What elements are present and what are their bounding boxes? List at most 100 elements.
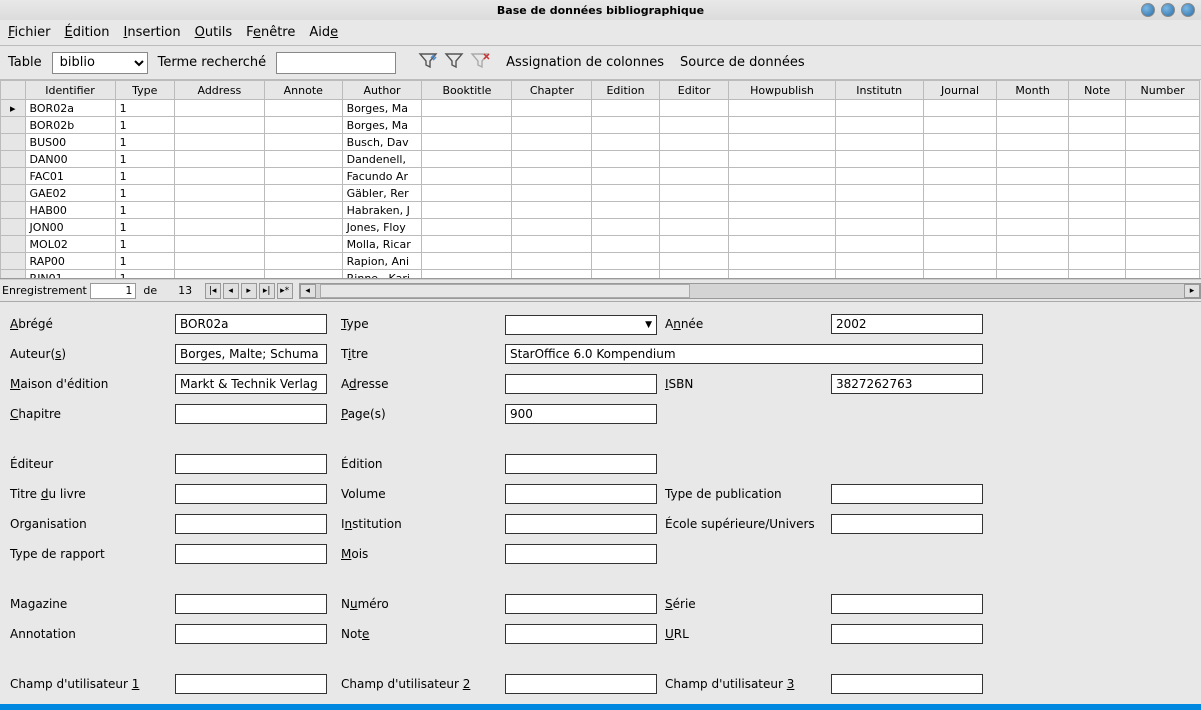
field-chapitre[interactable] <box>175 404 327 424</box>
menu-file[interactable]: Fichier <box>8 25 51 40</box>
col-month[interactable]: Month <box>997 81 1069 100</box>
table-cell[interactable] <box>512 117 592 134</box>
table-cell[interactable] <box>1068 236 1125 253</box>
table-cell[interactable] <box>174 134 264 151</box>
field-auteurs[interactable] <box>175 344 327 364</box>
col-institutn[interactable]: Institutn <box>835 81 923 100</box>
row-header[interactable] <box>1 117 26 134</box>
table-cell[interactable]: Jones, Floy <box>342 219 422 236</box>
col-author[interactable]: Author <box>342 81 422 100</box>
table-cell[interactable] <box>174 253 264 270</box>
row-header[interactable] <box>1 219 26 236</box>
table-cell[interactable]: Molla, Ricar <box>342 236 422 253</box>
scroll-thumb[interactable] <box>320 284 690 298</box>
col-number[interactable]: Number <box>1126 81 1200 100</box>
table-cell[interactable] <box>1126 253 1200 270</box>
table-cell[interactable] <box>422 151 512 168</box>
nav-new-button[interactable]: ▸* <box>277 283 293 299</box>
table-cell[interactable]: MOL02 <box>25 236 115 253</box>
field-serie[interactable] <box>831 594 983 614</box>
table-cell[interactable] <box>264 270 342 280</box>
table-cell[interactable] <box>422 219 512 236</box>
table-cell[interactable] <box>592 168 660 185</box>
table-cell[interactable] <box>264 236 342 253</box>
table-cell[interactable] <box>923 100 997 117</box>
table-cell[interactable] <box>512 185 592 202</box>
table-cell[interactable] <box>592 219 660 236</box>
table-cell[interactable] <box>264 168 342 185</box>
table-cell[interactable] <box>659 270 729 280</box>
table-row[interactable]: MOL021Molla, Ricar <box>1 236 1200 253</box>
table-cell[interactable] <box>1126 219 1200 236</box>
table-cell[interactable] <box>264 185 342 202</box>
table-cell[interactable] <box>422 100 512 117</box>
table-cell[interactable]: JON00 <box>25 219 115 236</box>
table-row[interactable]: RIN011Rinne , Kari <box>1 270 1200 280</box>
menu-help[interactable]: Aide <box>309 25 338 40</box>
table-cell[interactable]: DAN00 <box>25 151 115 168</box>
table-cell[interactable] <box>1068 100 1125 117</box>
table-cell[interactable] <box>923 185 997 202</box>
table-cell[interactable]: BOR02b <box>25 117 115 134</box>
table-cell[interactable] <box>592 185 660 202</box>
field-type-pub[interactable] <box>831 484 983 504</box>
table-cell[interactable]: BOR02a <box>25 100 115 117</box>
table-cell[interactable] <box>729 202 835 219</box>
standardfilter-icon[interactable] <box>444 52 464 74</box>
table-cell[interactable] <box>174 270 264 280</box>
table-cell[interactable] <box>512 168 592 185</box>
table-cell[interactable]: 1 <box>115 134 174 151</box>
field-magazine[interactable] <box>175 594 327 614</box>
field-type[interactable]: ▼ <box>505 315 657 335</box>
table-cell[interactable]: GAE02 <box>25 185 115 202</box>
table-cell[interactable]: 1 <box>115 202 174 219</box>
table-cell[interactable] <box>1068 219 1125 236</box>
nav-next-button[interactable]: ▸ <box>241 283 257 299</box>
table-cell[interactable]: 1 <box>115 117 174 134</box>
field-annotation[interactable] <box>175 624 327 644</box>
table-cell[interactable] <box>592 117 660 134</box>
horizontal-scrollbar[interactable]: ◂ ▸ <box>299 283 1201 299</box>
field-institution[interactable] <box>505 514 657 534</box>
field-edition[interactable] <box>505 454 657 474</box>
nav-prev-button[interactable]: ◂ <box>223 283 239 299</box>
table-cell[interactable] <box>923 219 997 236</box>
table-cell[interactable] <box>729 219 835 236</box>
table-cell[interactable] <box>1126 185 1200 202</box>
table-cell[interactable]: HAB00 <box>25 202 115 219</box>
table-cell[interactable]: Rinne , Kari <box>342 270 422 280</box>
autofilter-icon[interactable] <box>418 52 438 74</box>
table-cell[interactable]: Busch, Dav <box>342 134 422 151</box>
table-cell[interactable] <box>592 100 660 117</box>
row-header[interactable] <box>1 134 26 151</box>
table-cell[interactable] <box>659 253 729 270</box>
table-cell[interactable] <box>1068 202 1125 219</box>
table-cell[interactable] <box>997 236 1069 253</box>
row-header[interactable] <box>1 151 26 168</box>
table-cell[interactable] <box>1068 151 1125 168</box>
table-cell[interactable] <box>997 185 1069 202</box>
table-cell[interactable] <box>422 253 512 270</box>
table-cell[interactable]: Borges, Ma <box>342 100 422 117</box>
record-current-input[interactable] <box>90 283 136 299</box>
field-ecole[interactable] <box>831 514 983 534</box>
table-cell[interactable] <box>592 236 660 253</box>
table-cell[interactable] <box>659 100 729 117</box>
table-cell[interactable] <box>174 202 264 219</box>
table-cell[interactable] <box>997 219 1069 236</box>
row-header[interactable] <box>1 270 26 280</box>
table-cell[interactable]: RAP00 <box>25 253 115 270</box>
table-cell[interactable] <box>592 202 660 219</box>
maximize-button[interactable] <box>1161 3 1175 17</box>
table-cell[interactable] <box>729 151 835 168</box>
table-cell[interactable]: FAC01 <box>25 168 115 185</box>
field-cu1[interactable] <box>175 674 327 694</box>
table-cell[interactable] <box>592 134 660 151</box>
table-cell[interactable] <box>659 202 729 219</box>
table-cell[interactable] <box>1126 236 1200 253</box>
table-cell[interactable] <box>422 168 512 185</box>
table-cell[interactable] <box>835 270 923 280</box>
table-cell[interactable] <box>835 100 923 117</box>
table-cell[interactable] <box>729 117 835 134</box>
table-cell[interactable] <box>997 151 1069 168</box>
